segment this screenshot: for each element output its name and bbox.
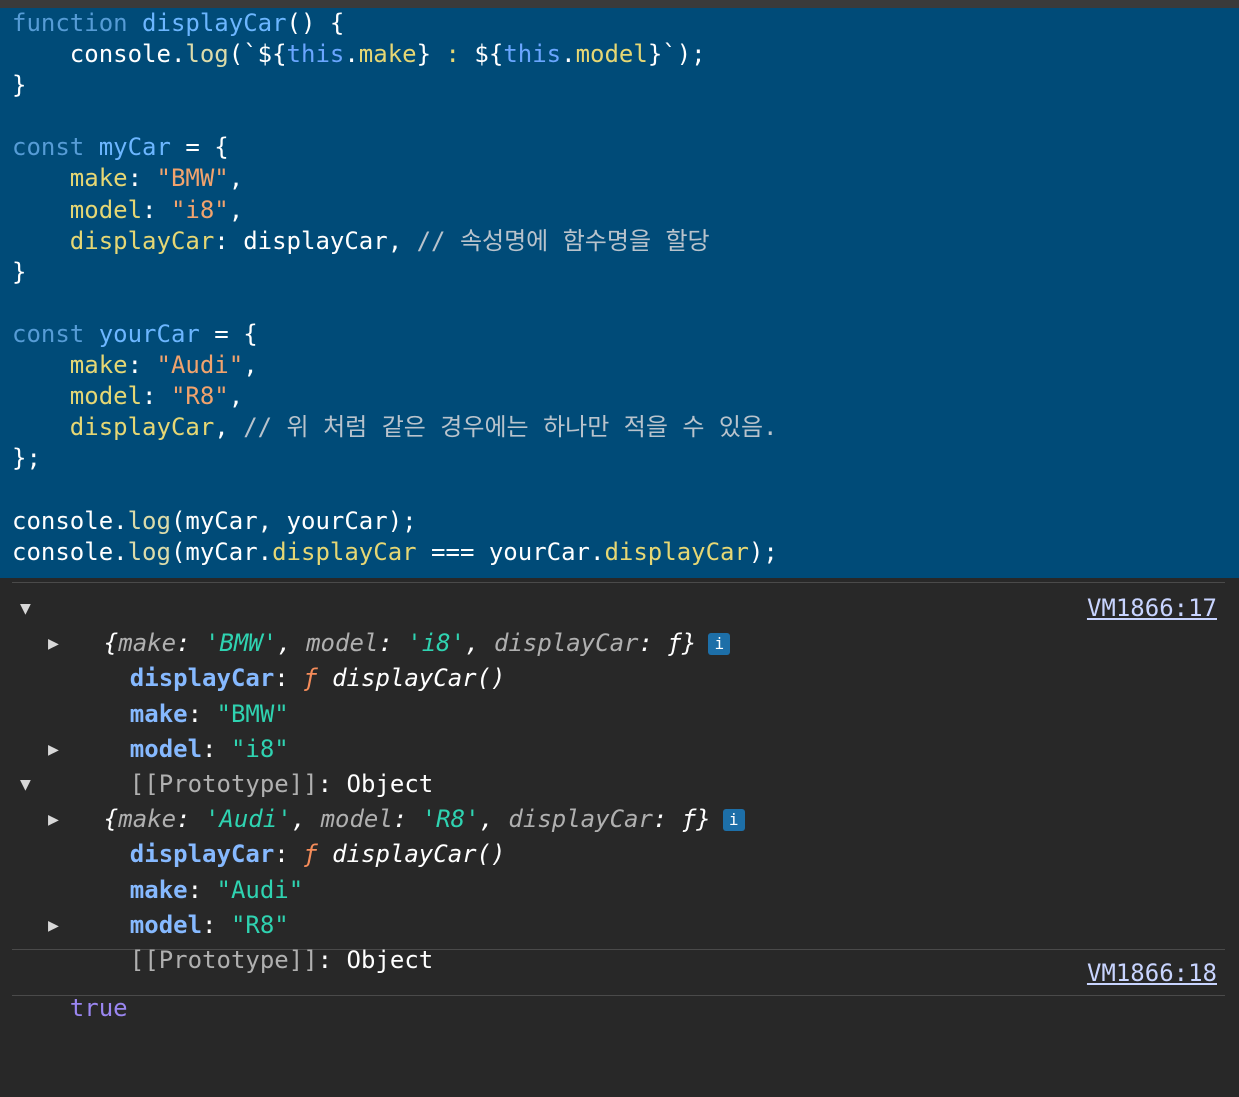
property-row-model: model: "i8" bbox=[129, 734, 289, 763]
code-line-5: const myCar = { bbox=[12, 133, 229, 162]
code-line-1: function displayCar() { bbox=[12, 9, 345, 37]
code-line-7: model: "i8", bbox=[69, 195, 244, 224]
console-divider bbox=[12, 995, 1225, 997]
code-line-9: } bbox=[12, 257, 27, 286]
code-line-11: const yourCar = { bbox=[12, 319, 258, 348]
code-line-18: console.log(myCar.displayCar === yourCar… bbox=[12, 537, 778, 566]
property-row-displaycar[interactable]: ▶ displayCar: ƒ displayCar() bbox=[0, 626, 1239, 692]
source-link[interactable]: VM1866:18 bbox=[1087, 956, 1217, 991]
property-row-make: make: "Audi" bbox=[129, 875, 304, 904]
console-divider bbox=[12, 582, 1225, 583]
selected-code-panel[interactable]: function displayCar() { console.log(`${t… bbox=[0, 8, 1239, 578]
triangle-right-icon[interactable]: ▶ bbox=[48, 802, 59, 837]
object-summary-yourcar[interactable]: ▼ {make: 'Audi', model: 'R8', displayCar:… bbox=[0, 767, 1239, 833]
source-link[interactable]: VM1866:17 bbox=[1087, 591, 1217, 626]
code-line-14: displayCar, // 위 처럼 같은 경우에는 하나만 적을 수 있음. bbox=[69, 413, 778, 442]
property-row-prototype[interactable]: ▶ [[Prototype]]: Object bbox=[0, 908, 1239, 974]
triangle-right-icon[interactable]: ▶ bbox=[48, 626, 59, 661]
triangle-down-icon[interactable]: ▼ bbox=[20, 767, 31, 802]
console-output: ▼ {make: 'BMW', model: 'i8', displayCar: … bbox=[0, 582, 1239, 1022]
code-line-8: displayCar: displayCar, // 속성명에 함수명을 할당 bbox=[69, 226, 710, 255]
object-summary-mycar[interactable]: ▼ {make: 'BMW', model: 'i8', displayCar: … bbox=[0, 591, 1239, 657]
property-row-make: make: "BMW" bbox=[129, 699, 289, 728]
triangle-right-icon[interactable]: ▶ bbox=[48, 732, 59, 767]
boolean-result: true bbox=[69, 994, 128, 1023]
property-row-prototype[interactable]: ▶ [[Prototype]]: Object bbox=[0, 732, 1239, 798]
code-line-15: }; bbox=[12, 444, 41, 473]
property-row-model: model: "R8" bbox=[129, 910, 289, 939]
code-line-17: console.log(myCar, yourCar); bbox=[12, 506, 417, 535]
code-line-12: make: "Audi", bbox=[69, 351, 258, 380]
property-row-displaycar[interactable]: ▶ displayCar: ƒ displayCar() bbox=[0, 802, 1239, 868]
code-line-6: make: "BMW", bbox=[69, 164, 244, 193]
result-row: true VM1866:18 bbox=[0, 956, 1239, 1022]
code-line-13: model: "R8", bbox=[69, 382, 244, 411]
triangle-down-icon[interactable]: ▼ bbox=[20, 591, 31, 626]
triangle-right-icon[interactable]: ▶ bbox=[48, 908, 59, 943]
top-strip bbox=[0, 0, 1239, 8]
code-line-3: } bbox=[12, 71, 27, 100]
code-line-2: console.log(`${this.make} : ${this.model… bbox=[12, 40, 706, 69]
